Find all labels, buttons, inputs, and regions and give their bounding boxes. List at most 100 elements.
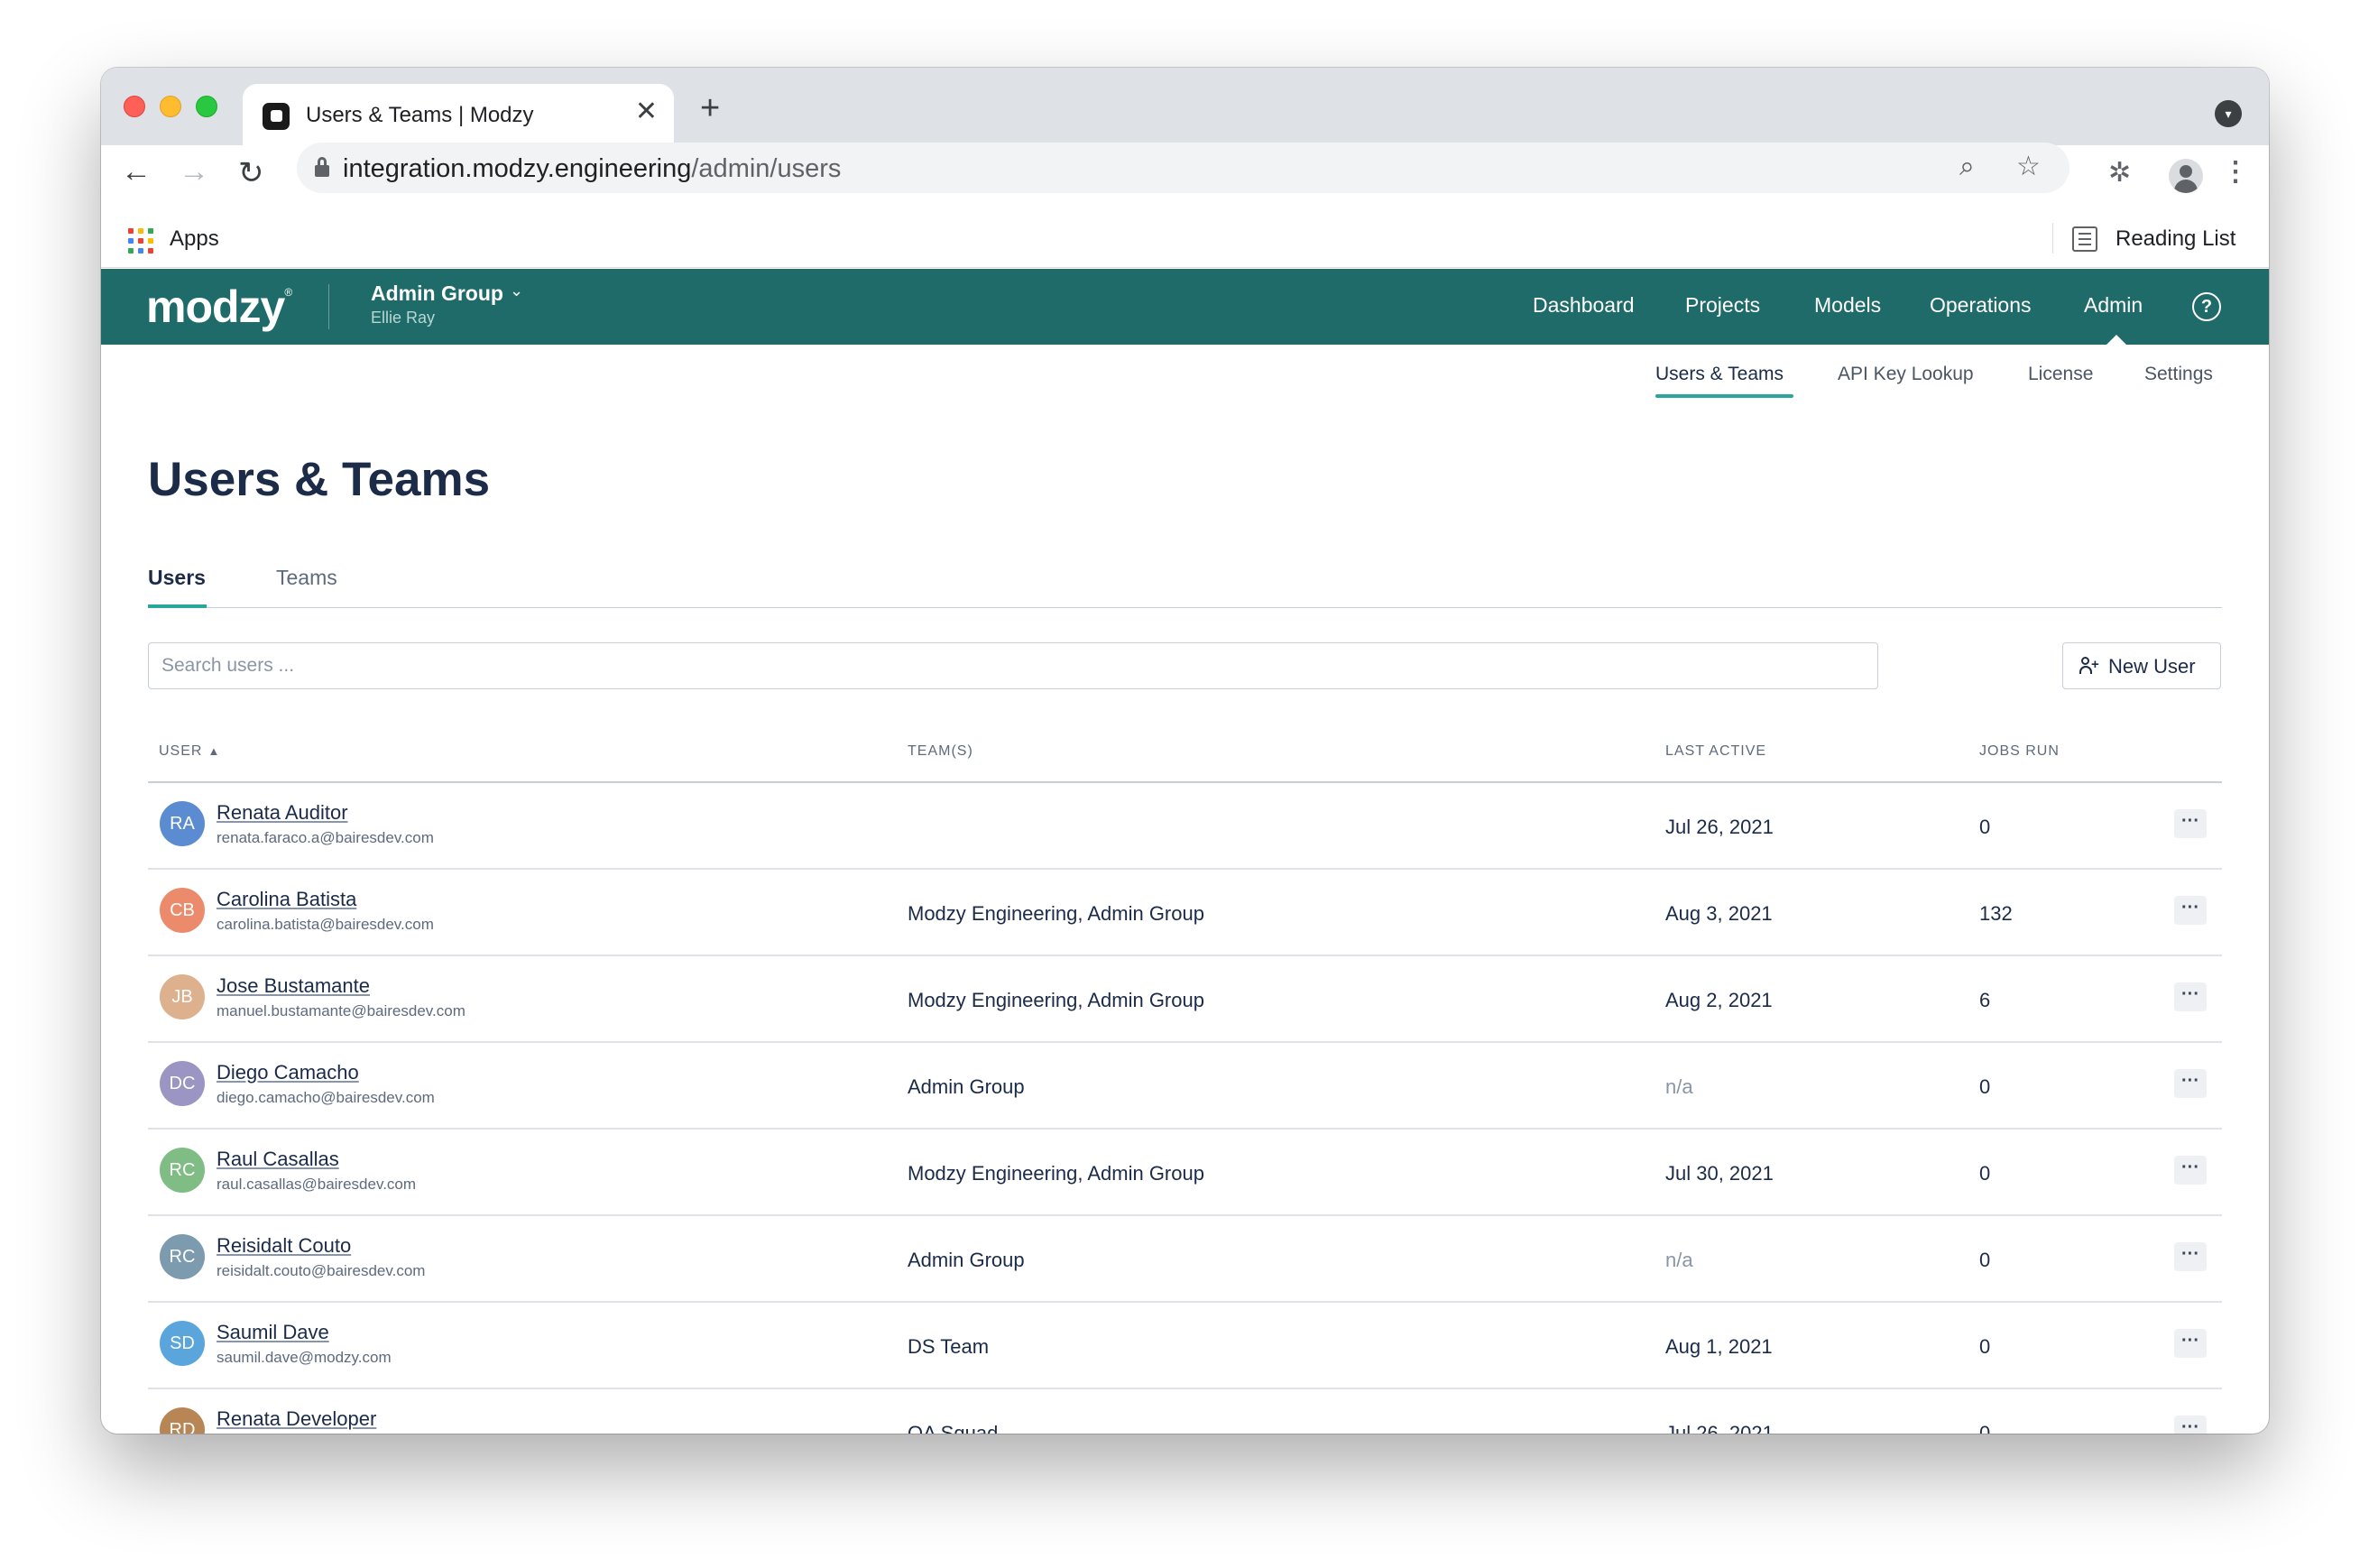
user-email: manuel.bustamante@bairesdev.com (217, 1002, 466, 1019)
new-tab-button[interactable]: + (700, 91, 720, 125)
group-switcher[interactable]: Admin Group (371, 281, 503, 306)
browser-tab-active[interactable]: Users & Teams | Modzy ✕ (243, 84, 674, 145)
tab-users[interactable]: Users (148, 566, 206, 590)
avatar: RC (160, 1234, 205, 1279)
nav-models[interactable]: Models (1814, 293, 1881, 318)
subnav-users-teams[interactable]: Users & Teams (1655, 364, 1784, 385)
avatar: SD (160, 1321, 205, 1366)
more-actions-icon[interactable]: ··· (2174, 982, 2207, 1011)
new-user-button[interactable]: + New User (2062, 642, 2221, 689)
bookmarks-divider (2052, 223, 2053, 254)
extensions-icon[interactable]: ✲ (2108, 160, 2131, 187)
more-actions-icon[interactable]: ··· (2174, 809, 2207, 838)
subnav-settings[interactable]: Settings (2144, 364, 2213, 385)
user-last-active: Jul 30, 2021 (1665, 1162, 1774, 1185)
chevron-down-icon[interactable]: ⌄ (510, 281, 523, 300)
header-divider (328, 284, 329, 329)
tabs-divider (148, 607, 2222, 608)
nav-projects[interactable]: Projects (1685, 293, 1760, 318)
table-row[interactable]: RD Renata Developer QA Squad Jul 26, 2021 0 ·… (148, 1389, 2222, 1434)
close-window-button[interactable] (124, 96, 145, 117)
more-actions-icon[interactable]: ··· (2174, 1156, 2207, 1185)
user-jobs-run: 0 (1979, 816, 1991, 838)
user-teams: DS Team (908, 1335, 990, 1358)
user-last-active: Jul 26, 2021 (1665, 816, 1774, 838)
table-row[interactable]: SD Saumil Dave saumil.dave@modzy.com DS Tea… (148, 1303, 2222, 1389)
apps-grid-icon[interactable] (128, 228, 153, 254)
forward-arrow-icon[interactable]: → (179, 156, 209, 187)
column-header-teams[interactable]: TEAM(S) (908, 743, 973, 760)
more-actions-icon[interactable]: ··· (2174, 1069, 2207, 1098)
user-name-link[interactable]: Diego Camacho (217, 1061, 359, 1084)
more-actions-icon[interactable]: ··· (2174, 1416, 2207, 1434)
tab-close-icon[interactable]: ✕ (635, 98, 658, 125)
user-last-active: Aug 3, 2021 (1665, 902, 1773, 925)
current-user-name: Ellie Ray (371, 309, 436, 327)
user-email: reisidalt.couto@bairesdev.com (217, 1262, 426, 1279)
tab-teams[interactable]: Teams (276, 566, 337, 590)
avatar: JB (160, 974, 205, 1019)
user-email: raul.casallas@bairesdev.com (217, 1176, 417, 1193)
user-last-active: n/a (1665, 1249, 1693, 1271)
user-email: saumil.dave@modzy.com (217, 1349, 392, 1366)
users-table-body: RA Renata Auditor renata.faraco.a@bairesde… (148, 783, 2222, 1434)
star-icon[interactable]: ☆ (2016, 153, 2041, 180)
profile-icon[interactable] (2169, 159, 2203, 193)
table-row[interactable]: RC Raul Casallas raul.casallas@bairesdev.c… (148, 1130, 2222, 1216)
user-name-link[interactable]: Carolina Batista (217, 888, 356, 911)
modzy-logo[interactable]: modzy® (146, 281, 292, 333)
user-name-link[interactable]: Jose Bustamante (217, 974, 370, 998)
tab-search-icon[interactable]: ▾ (2215, 100, 2242, 127)
more-actions-icon[interactable]: ··· (2174, 1242, 2207, 1271)
user-name-link[interactable]: Saumil Dave (217, 1321, 329, 1344)
more-actions-icon[interactable]: ··· (2174, 896, 2207, 925)
table-row[interactable]: CB Carolina Batista carolina.batista@baire… (148, 870, 2222, 956)
avatar: CB (160, 888, 205, 933)
reload-icon[interactable]: ↻ (238, 158, 264, 189)
search-users-input[interactable] (148, 642, 1878, 689)
page-title: Users & Teams (148, 453, 491, 506)
bookmarks-bar: Apps Reading List (101, 210, 2269, 268)
user-email: diego.camacho@bairesdev.com (217, 1089, 435, 1106)
table-row[interactable]: RA Renata Auditor renata.faraco.a@bairesde… (148, 783, 2222, 870)
address-bar[interactable]: integration.modzy.engineering/admin/user… (297, 143, 2069, 193)
maximize-window-button[interactable] (196, 96, 217, 117)
lock-icon[interactable] (315, 157, 329, 177)
subnav-license[interactable]: License (2028, 364, 2093, 385)
user-last-active: Jul 26, 2021 (1665, 1422, 1774, 1434)
nav-admin[interactable]: Admin (2084, 293, 2143, 318)
user-jobs-run: 0 (1979, 1075, 1991, 1098)
user-teams: QA Squad (908, 1422, 999, 1434)
table-row[interactable]: DC Diego Camacho diego.camacho@bairesdev.c… (148, 1043, 2222, 1130)
column-header-user[interactable]: USER ▲ (159, 743, 220, 760)
user-name-link[interactable]: Raul Casallas (217, 1148, 339, 1171)
menu-kebab-icon[interactable]: ⋮ (2222, 159, 2249, 186)
user-jobs-run: 0 (1979, 1249, 1991, 1271)
app-header: modzy® Admin Group ⌄ Ellie Ray Dashboard… (101, 269, 2269, 345)
apps-bookmark[interactable]: Apps (170, 226, 219, 252)
more-actions-icon[interactable]: ··· (2174, 1329, 2207, 1358)
user-teams: Admin Group (908, 1249, 1025, 1271)
user-teams: Admin Group (908, 1075, 1025, 1098)
minimize-window-button[interactable] (160, 96, 181, 117)
reading-list-button[interactable]: Reading List (2116, 226, 2235, 252)
reading-list-icon[interactable] (2072, 226, 2097, 252)
help-icon[interactable]: ? (2192, 292, 2221, 321)
nav-dashboard[interactable]: Dashboard (1533, 293, 1635, 318)
subnav-api-key-lookup[interactable]: API Key Lookup (1838, 364, 1974, 385)
user-name-link[interactable]: Reisidalt Couto (217, 1234, 351, 1258)
user-name-link[interactable]: Renata Auditor (217, 801, 348, 825)
user-email: renata.faraco.a@bairesdev.com (217, 829, 434, 846)
zoom-icon[interactable]: ⌕ (1959, 153, 1975, 180)
nav-operations[interactable]: Operations (1930, 293, 2032, 318)
back-arrow-icon[interactable]: ← (121, 156, 152, 187)
column-header-last-active[interactable]: LAST ACTIVE (1665, 743, 1766, 760)
user-name-link[interactable]: Renata Developer (217, 1407, 376, 1431)
column-header-jobs-run[interactable]: JOBS RUN (1979, 743, 2060, 760)
table-row[interactable]: RC Reisidalt Couto reisidalt.couto@bairesd… (148, 1216, 2222, 1303)
user-email: carolina.batista@bairesdev.com (217, 916, 434, 933)
avatar: RC (160, 1148, 205, 1193)
new-user-label: New User (2108, 655, 2196, 678)
table-row[interactable]: JB Jose Bustamante manuel.bustamante@baire… (148, 956, 2222, 1043)
avatar: DC (160, 1061, 205, 1106)
